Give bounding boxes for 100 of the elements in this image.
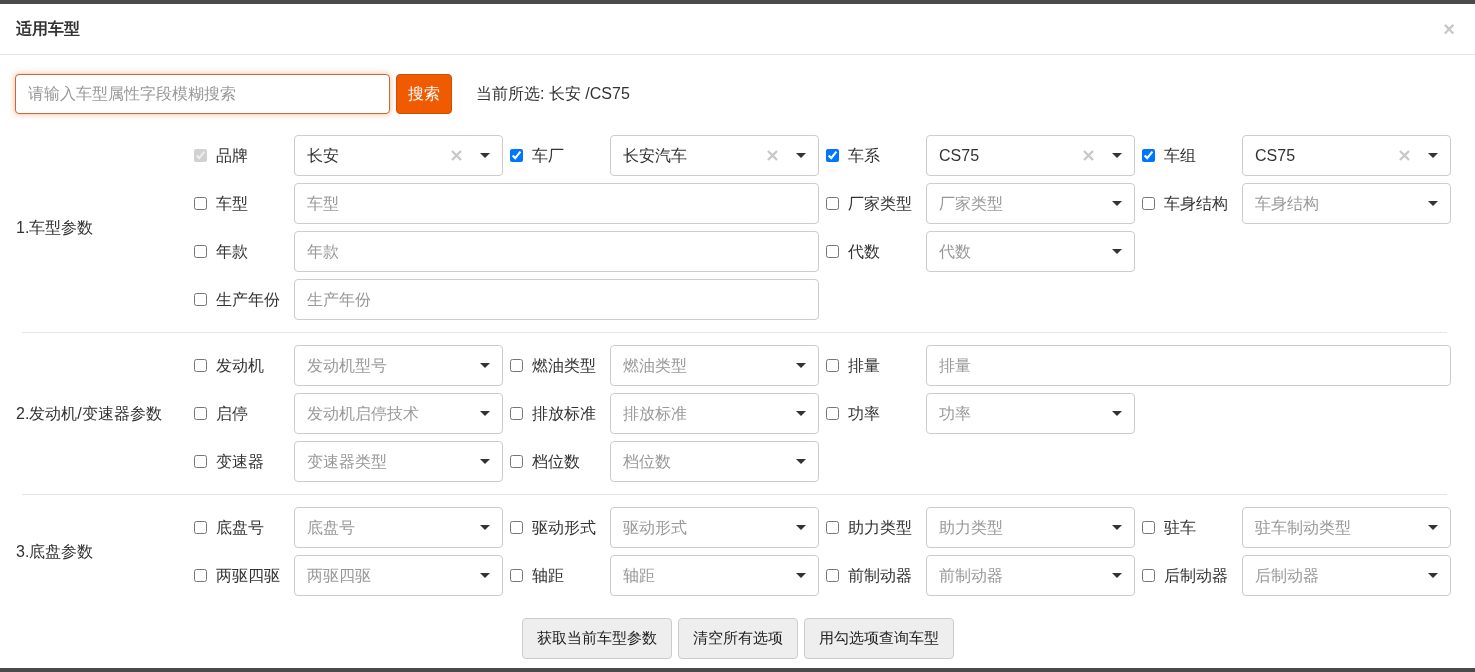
dropdown-field[interactable]: 功率 [926, 393, 1135, 434]
caret-icon[interactable] [1112, 573, 1122, 578]
field-label: 车型 [216, 193, 248, 214]
caret-icon[interactable] [1112, 249, 1122, 254]
text-field[interactable]: 生产年份 [294, 279, 819, 320]
search-field[interactable]: 请输入车型属性字段模糊搜索 [15, 74, 390, 114]
text-field[interactable]: 车型 [294, 183, 819, 224]
checkbox[interactable] [510, 521, 523, 534]
caret-icon[interactable] [480, 525, 490, 530]
dropdown-field[interactable]: 变速器类型 [294, 441, 503, 482]
field-label: 驱动形式 [532, 517, 596, 538]
caret-icon[interactable] [796, 153, 806, 158]
field-label: 后制动器 [1164, 565, 1228, 586]
checkbox[interactable] [1142, 569, 1155, 582]
checkbox[interactable] [510, 455, 523, 468]
caret-icon[interactable] [1428, 201, 1438, 206]
field-label: 排量 [848, 355, 880, 376]
action-button[interactable]: 获取当前车型参数 [521, 618, 672, 659]
checkbox[interactable] [194, 521, 207, 534]
dropdown-field[interactable]: CS75 [926, 135, 1135, 176]
caret-icon[interactable] [1428, 153, 1438, 158]
dropdown-field[interactable]: 底盘号 [294, 507, 503, 548]
checkbox[interactable] [826, 149, 839, 162]
text-field[interactable]: 年款 [294, 231, 819, 272]
text-field[interactable]: 排量 [926, 345, 1451, 386]
dropdown-field[interactable]: 排放标准 [610, 393, 819, 434]
dropdown-field[interactable]: 两驱四驱 [294, 555, 503, 596]
dialog-title: 适用车型 [16, 19, 80, 39]
caret-icon[interactable] [1112, 525, 1122, 530]
checkbox[interactable] [194, 359, 207, 372]
field-label: 发动机 [216, 355, 264, 376]
dropdown-field[interactable]: CS75 [1242, 135, 1451, 176]
checkbox[interactable] [826, 521, 839, 534]
field-label: 车厂 [532, 145, 564, 166]
caret-icon[interactable] [1112, 201, 1122, 206]
checkbox[interactable] [826, 407, 839, 420]
field-label: 品牌 [216, 145, 248, 166]
field-label: 车身结构 [1164, 193, 1228, 214]
dropdown-field[interactable]: 发动机启停技术 [294, 393, 503, 434]
dropdown-field[interactable]: 后制动器 [1242, 555, 1451, 596]
checkbox[interactable] [1142, 521, 1155, 534]
caret-icon[interactable] [1428, 573, 1438, 578]
dropdown-field[interactable]: 前制动器 [926, 555, 1135, 596]
dropdown-field[interactable]: 厂家类型 [926, 183, 1135, 224]
field-label: 燃油类型 [532, 355, 596, 376]
search-button[interactable]: 搜索 [396, 74, 452, 114]
caret-icon[interactable] [796, 573, 806, 578]
checkbox[interactable] [826, 197, 839, 210]
checkbox[interactable] [194, 197, 207, 210]
dropdown-field[interactable]: 长安汽车 [610, 135, 819, 176]
dropdown-field[interactable]: 轴距 [610, 555, 819, 596]
action-button[interactable]: 用勾选项查询车型 [803, 618, 954, 659]
checkbox[interactable] [826, 245, 839, 258]
dropdown-field[interactable]: 车身结构 [1242, 183, 1451, 224]
checkbox[interactable] [510, 569, 523, 582]
checkbox[interactable] [510, 149, 523, 162]
dropdown-field[interactable]: 驱动形式 [610, 507, 819, 548]
section-title: 2.发动机/变速器参数 [15, 403, 163, 424]
dropdown-field[interactable]: 发动机型号 [294, 345, 503, 386]
checkbox[interactable] [194, 455, 207, 468]
caret-icon[interactable] [1428, 525, 1438, 530]
field-label: 代数 [848, 241, 880, 262]
dropdown-field[interactable]: 助力类型 [926, 507, 1135, 548]
field-label: 助力类型 [848, 517, 912, 538]
caret-icon[interactable] [796, 525, 806, 530]
current-selection-text: 当前所选: 长安 /CS75 [476, 84, 630, 104]
checkbox[interactable] [1142, 149, 1155, 162]
close-button[interactable]: × [1439, 19, 1459, 39]
caret-icon[interactable] [1112, 153, 1122, 158]
field-label: 启停 [216, 403, 248, 424]
dropdown-field[interactable]: 档位数 [610, 441, 819, 482]
dropdown-field[interactable]: 燃油类型 [610, 345, 819, 386]
checkbox[interactable] [1142, 197, 1155, 210]
caret-icon[interactable] [796, 363, 806, 368]
section-title: 3.底盘参数 [15, 541, 95, 562]
caret-icon[interactable] [480, 459, 490, 464]
checkbox[interactable] [510, 407, 523, 420]
dropdown-field[interactable]: 代数 [926, 231, 1135, 272]
section-title: 1.车型参数 [15, 217, 95, 238]
field-label: 年款 [216, 241, 248, 262]
field-label: 变速器 [216, 451, 264, 472]
caret-icon[interactable] [480, 573, 490, 578]
caret-icon[interactable] [480, 411, 490, 416]
checkbox[interactable] [194, 293, 207, 306]
field-label: 轴距 [532, 565, 564, 586]
caret-icon[interactable] [1112, 411, 1122, 416]
caret-icon[interactable] [796, 411, 806, 416]
checkbox[interactable] [510, 359, 523, 372]
checkbox[interactable] [194, 407, 207, 420]
checkbox[interactable] [826, 569, 839, 582]
dropdown-field[interactable]: 驻车制动类型 [1242, 507, 1451, 548]
checkbox[interactable] [826, 359, 839, 372]
caret-icon[interactable] [480, 363, 490, 368]
caret-icon[interactable] [480, 153, 490, 158]
action-button[interactable]: 清空所有选项 [677, 618, 798, 659]
checkbox[interactable] [194, 245, 207, 258]
checkbox[interactable] [194, 569, 207, 582]
field-label: 排放标准 [532, 403, 596, 424]
caret-icon[interactable] [796, 459, 806, 464]
field-label: 车组 [1164, 145, 1196, 166]
